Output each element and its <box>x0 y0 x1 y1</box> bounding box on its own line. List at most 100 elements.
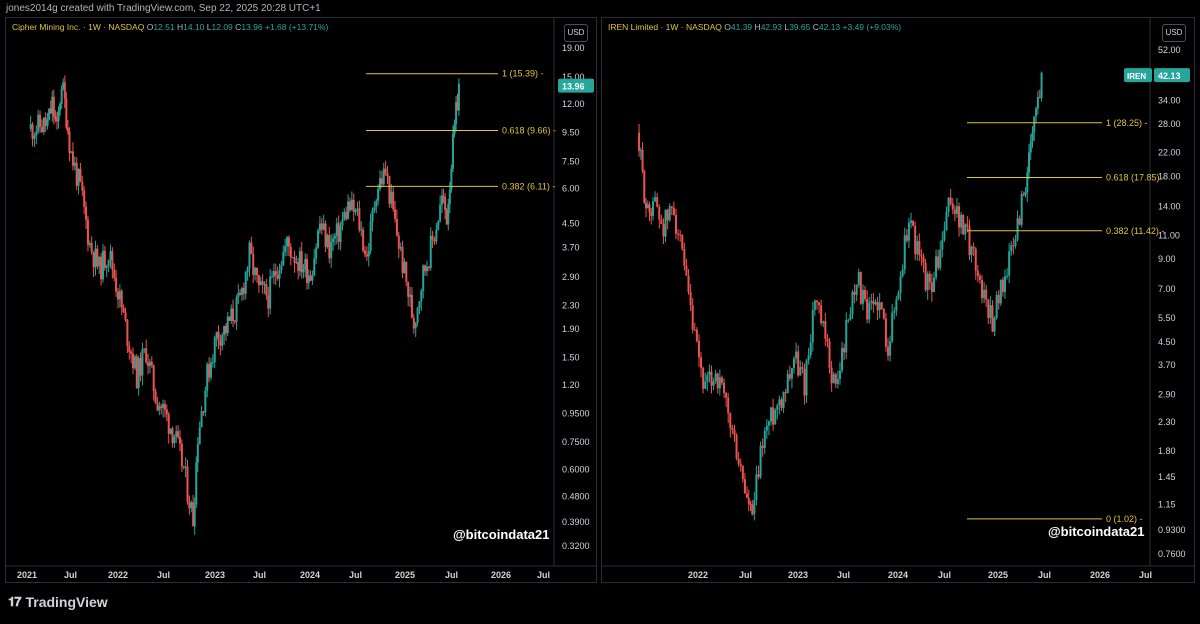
iren-legend-exchange: NASDAQ <box>685 22 722 32</box>
iren-candle-body <box>674 214 677 234</box>
iren-candle-body <box>714 373 717 382</box>
iren-candle-body <box>765 425 768 431</box>
cifr-candle-body <box>416 307 419 323</box>
iren-candle-body <box>893 310 896 313</box>
iren-candle-body <box>746 493 749 498</box>
iren-candle-body <box>878 302 881 311</box>
cifr-high: 14.10 <box>183 22 205 32</box>
cifr-candle-body <box>363 250 366 255</box>
iren-candle-body <box>966 224 969 227</box>
cifr-y-tick: 0.3200 <box>562 541 590 551</box>
cifr-candle-body <box>371 210 374 222</box>
iren-candle-body <box>997 295 1000 304</box>
iren-candle-body <box>774 409 777 425</box>
iren-x-tick: Jul <box>837 570 850 580</box>
iren-candle-body <box>918 241 921 255</box>
cifr-low: 12.09 <box>211 22 233 32</box>
cifr-candle-body <box>332 238 335 243</box>
iren-candle-body <box>656 197 659 207</box>
cifr-candle-body <box>154 391 157 404</box>
iren-candle-body <box>704 381 707 389</box>
iren-candle-body <box>668 206 671 221</box>
iren-candle-body <box>972 246 975 249</box>
iren-candle-body <box>645 202 648 209</box>
iren-candle-body <box>864 289 867 300</box>
iren-candle-body <box>1018 218 1021 225</box>
cifr-candle-body <box>175 431 178 438</box>
iren-candle-body <box>652 201 655 216</box>
cifr-candle-body <box>431 235 434 240</box>
cifr-candle-body <box>177 431 180 438</box>
iren-candle-body <box>751 504 754 515</box>
iren-candle-body <box>845 319 848 353</box>
cifr-candle-body <box>223 325 226 336</box>
iren-candle-body <box>708 371 711 376</box>
cifr-candles <box>29 75 460 535</box>
cifr-candle-body <box>435 229 438 242</box>
cifr-candle-body <box>200 411 203 428</box>
cifr-candle-body <box>196 444 199 463</box>
iren-candle-body <box>753 500 756 515</box>
iren-candle-body <box>697 341 700 358</box>
cifr-candle-body <box>213 337 216 363</box>
iren-candle-body <box>999 279 1002 304</box>
cifr-candle-body <box>360 229 363 231</box>
tradingview-logo[interactable]: 𝟏𝟕 TradingView <box>8 594 108 610</box>
cifr-candle-body <box>235 297 238 322</box>
iren-x-tick: 2026 <box>1090 570 1110 580</box>
iren-candle-body <box>1033 116 1036 133</box>
cifr-candle-body <box>453 123 456 135</box>
cifr-fib-label: 0.618 (9.66) - <box>502 125 556 135</box>
iren-candle-body <box>1029 141 1032 153</box>
cifr-candle-body <box>369 221 372 251</box>
iren-candle-body <box>920 254 923 257</box>
iren-candle-body <box>755 474 758 501</box>
iren-chart-svg[interactable]: 52.0042.0034.0028.0022.0018.0014.0011.00… <box>602 18 1195 583</box>
iren-candle-body <box>679 234 682 236</box>
cifr-candle-body <box>135 356 138 389</box>
cifr-candle-body <box>165 409 168 415</box>
cifr-candle-body <box>33 135 36 139</box>
cifr-candle-body <box>267 295 270 309</box>
iren-candle-body <box>874 302 877 305</box>
cifr-candle-body <box>341 219 344 226</box>
cifr-currency-button[interactable]: USD <box>564 24 588 42</box>
iren-candle-body <box>830 368 833 384</box>
iren-candle-body <box>820 305 823 324</box>
iren-candle-body <box>1001 279 1004 292</box>
iren-change: +3.49 (+9.03%) <box>842 22 902 32</box>
iren-candle-body <box>793 358 796 369</box>
cifr-candle-body <box>451 134 454 169</box>
cifr-candle-body <box>298 251 301 272</box>
cifr-candle-body <box>130 351 133 354</box>
iren-candle-body <box>672 207 675 215</box>
cifr-candle-body <box>118 290 121 300</box>
cifr-candle-body <box>373 207 376 211</box>
cifr-candle-body <box>230 308 233 321</box>
iren-candle-body <box>770 407 773 422</box>
iren-candle-body <box>962 214 965 235</box>
cifr-y-tick: 1.20 <box>562 380 580 390</box>
cifr-candle-body <box>147 362 150 366</box>
iren-candle-body <box>799 367 802 376</box>
cifr-x-tick: Jul <box>445 570 458 580</box>
cifr-candle-body <box>287 237 290 247</box>
cifr-candle-body <box>358 208 361 230</box>
chart-panel-cifr[interactable]: 19.00 15.00 12.00 9.50 7.50 6.00 4.50 3.70 2.90 2… <box>5 17 597 583</box>
cifr-candle-body <box>377 188 380 201</box>
cifr-candle-body <box>362 229 365 251</box>
cifr-candle-body <box>257 275 260 286</box>
cifr-candle-body <box>122 307 125 313</box>
iren-currency-button[interactable]: USD <box>1162 24 1186 42</box>
iren-y-tick: 2.90 <box>1158 389 1176 399</box>
iren-candle-body <box>670 206 673 208</box>
cifr-chart-svg[interactable]: 19.0015.0012.009.507.506.004.503.702.902… <box>6 18 597 583</box>
cifr-x-tick: Jul <box>349 570 362 580</box>
cifr-candle-body <box>40 127 43 133</box>
iren-candle-body <box>955 206 958 214</box>
cifr-y-tick: 0.6000 <box>562 464 590 474</box>
iren-candle-body <box>843 347 846 353</box>
cifr-candle-body <box>113 269 116 278</box>
cifr-candle-body <box>208 364 211 378</box>
chart-panel-iren[interactable]: 52.0042.0034.0028.0022.0018.0014.0011.00… <box>601 17 1195 583</box>
